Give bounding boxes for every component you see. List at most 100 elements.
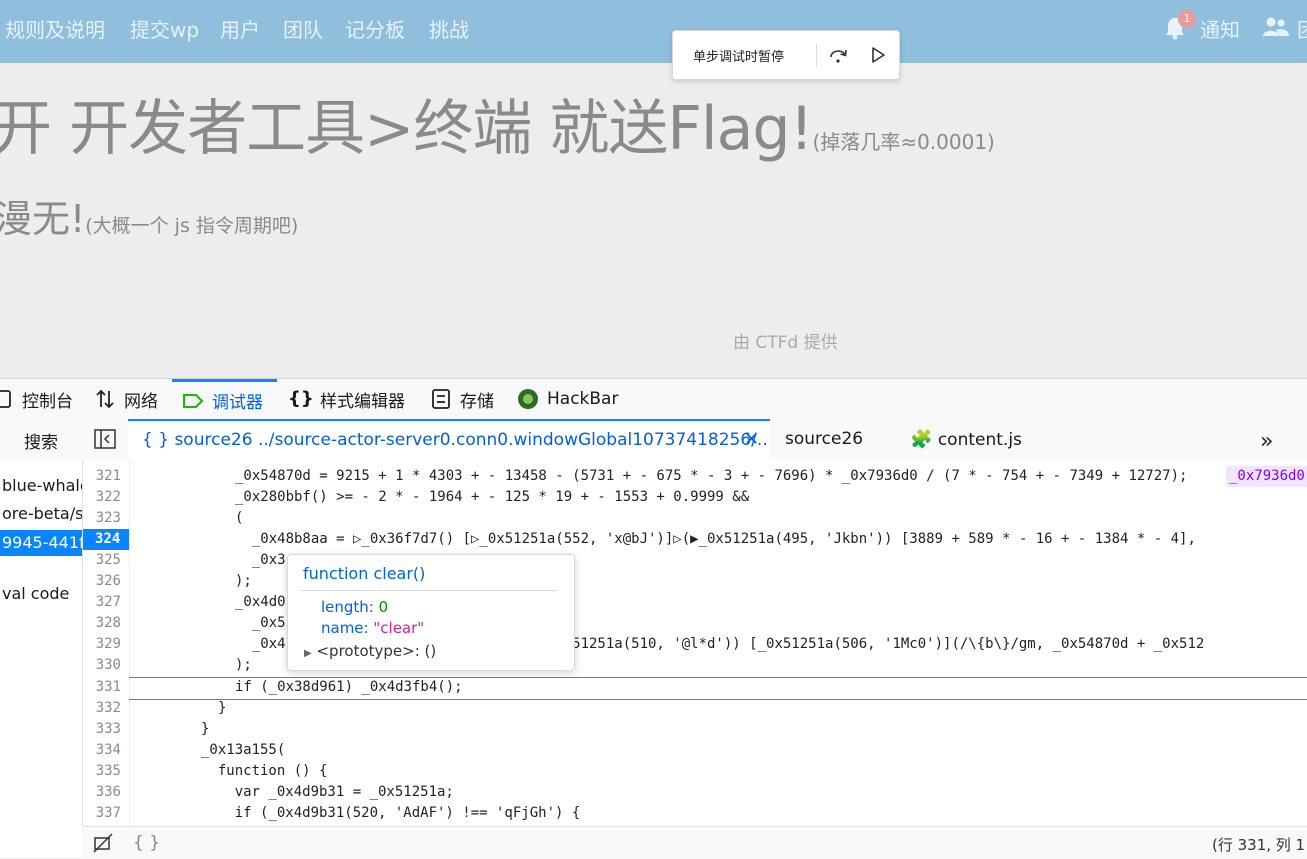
tab-hackbar-label: HackBar bbox=[547, 389, 619, 409]
pretty-print-button[interactable]: { } bbox=[133, 833, 160, 853]
line-number: 322 bbox=[95, 489, 121, 505]
page-subline: 漫无!(大概一个 js 指令周期吧) bbox=[0, 188, 298, 243]
code-text: ); bbox=[235, 657, 252, 673]
tab-console-label: 控制台 bbox=[22, 391, 73, 412]
nav-team-cut[interactable]: 团 bbox=[1297, 14, 1307, 43]
code-line: 332 } bbox=[83, 698, 1307, 719]
close-icon[interactable]: ✕ bbox=[744, 429, 759, 450]
code-line: 336 var _0x4d9b31 = _0x51251a; bbox=[83, 782, 1307, 803]
search-tab[interactable]: 搜索 bbox=[24, 428, 58, 453]
source-tab-active[interactable]: { } source26 ../source-actor-server0.con… bbox=[128, 419, 770, 461]
triangle-right-icon: ▶ bbox=[304, 648, 312, 659]
code-line: 337 if (_0x4d9b31(520, 'AdAF') !== 'qFjG… bbox=[83, 803, 1307, 824]
code-line: 333 } bbox=[83, 719, 1307, 740]
subline-note: (大概一个 js 指令周期吧) bbox=[85, 215, 299, 237]
code-text: _0x54870d = 9215 + 1 * 4303 + - 13458 - … bbox=[235, 468, 1188, 484]
code-text: if (_0x38d961) _0x4d3fb4(); bbox=[235, 679, 463, 695]
devtools-panel: 控制台 网络 调试器 {} 样式编辑器 存储 HackBar 搜索 { } so… bbox=[0, 378, 1307, 859]
property-length: length: 0 bbox=[321, 598, 389, 616]
editor-status-bar: { } (行 331, 列 1 bbox=[83, 826, 1307, 859]
nav-rules[interactable]: 规则及说明 bbox=[5, 14, 105, 43]
source-tabs-bar: 搜索 { } source26 ../source-actor-server0.… bbox=[0, 419, 1307, 461]
hackbar-icon bbox=[518, 389, 538, 409]
code-line-current: 331 if (_0x38d961) _0x4d3fb4(); bbox=[83, 677, 1307, 698]
tab-storage[interactable]: 存储 bbox=[430, 379, 494, 419]
code-line: 323 ( bbox=[83, 508, 1307, 529]
line-number: 325 bbox=[95, 552, 121, 568]
headline-note: (掉落几率≈0.0001) bbox=[812, 130, 995, 154]
line-number: 333 bbox=[95, 721, 121, 737]
line-number: 330 bbox=[95, 657, 121, 673]
code-text: _0x5 bbox=[235, 615, 286, 631]
headline-text: 开 开发者工具>终端 就送Flag! bbox=[0, 94, 814, 164]
code-line: 322 _0x280bbf() >= - 2 * - 1964 + - 125 … bbox=[83, 487, 1307, 508]
breakpoint-marker[interactable]: 324 bbox=[83, 529, 129, 550]
nav-scoreboard[interactable]: 记分板 bbox=[345, 14, 405, 43]
tab-style-editor-label: 样式编辑器 bbox=[320, 391, 405, 412]
line-number: 329 bbox=[95, 636, 121, 652]
source-tab-3[interactable]: 🧩 content.js bbox=[910, 429, 1022, 450]
code-line: 330 ); bbox=[83, 655, 1307, 676]
debugger-icon bbox=[183, 393, 204, 408]
code-text: _0x4d0 bbox=[235, 594, 286, 610]
tab-debugger-label: 调试器 bbox=[212, 393, 263, 413]
chevron-double-right-icon[interactable]: » bbox=[1260, 429, 1273, 454]
code-text: function () { bbox=[201, 763, 328, 779]
source-tab-active-label: { } source26 ../source-actor-server0.con… bbox=[142, 430, 768, 450]
code-editor[interactable]: 321 _0x54870d = 9215 + 1 * 4303 + - 1345… bbox=[83, 460, 1307, 826]
tab-network-label: 网络 bbox=[124, 391, 158, 412]
tab-console[interactable]: 控制台 bbox=[0, 379, 73, 419]
line-number: 327 bbox=[95, 594, 121, 610]
collapse-pane-icon[interactable] bbox=[94, 429, 116, 449]
code-text: } bbox=[218, 700, 227, 716]
code-line: 321 _0x54870d = 9215 + 1 * 4303 + - 1345… bbox=[83, 466, 1307, 487]
line-number: 321 bbox=[95, 468, 121, 484]
page-headline: 开 开发者工具>终端 就送Flag!(掉落几率≈0.0001) bbox=[0, 80, 995, 167]
puzzle-icon: 🧩 bbox=[910, 429, 933, 450]
devtools-toolbar: 控制台 网络 调试器 {} 样式编辑器 存储 HackBar bbox=[0, 378, 1307, 420]
divider bbox=[816, 43, 817, 67]
braces-icon: {} bbox=[288, 388, 314, 409]
value-preview-popup: function clear() length: 0 name: "clear"… bbox=[287, 554, 575, 671]
tab-storage-label: 存储 bbox=[460, 391, 494, 412]
line-number: 337 bbox=[95, 805, 121, 821]
nav-teams[interactable]: 团队 bbox=[283, 14, 323, 43]
code-text: _0x13a155( bbox=[201, 742, 286, 758]
prototype-row[interactable]: ▶ <prototype>: () bbox=[304, 642, 436, 660]
code-text: _0x280bbf() >= - 2 * - 1964 + - 125 * 19… bbox=[235, 489, 750, 505]
tab-hackbar[interactable]: HackBar bbox=[517, 379, 618, 419]
popup-title: function clear() bbox=[303, 564, 426, 583]
nav-notifications[interactable]: 通知 bbox=[1200, 14, 1240, 43]
code-line: 325 _0x3 bbox=[83, 550, 1307, 571]
disable-breakpoints-icon[interactable] bbox=[93, 833, 113, 853]
debugger-paused-overlay: 单步调试时暂停 bbox=[672, 30, 900, 80]
code-text: var _0x4d9b31 = _0x51251a; bbox=[201, 784, 454, 800]
nav-submit-wp[interactable]: 提交wp bbox=[130, 14, 199, 43]
code-line: 334 _0x13a155( bbox=[83, 740, 1307, 761]
step-over-icon[interactable] bbox=[827, 44, 849, 66]
code-line: 335 function () { bbox=[83, 761, 1307, 782]
storage-icon bbox=[432, 389, 450, 409]
line-number: 334 bbox=[95, 742, 121, 758]
nav-challenges[interactable]: 挑战 bbox=[429, 14, 469, 43]
nav-users[interactable]: 用户 bbox=[220, 14, 260, 43]
users-icon[interactable] bbox=[1262, 16, 1290, 38]
code-text: ( bbox=[235, 510, 244, 526]
property-name: name: "clear" bbox=[321, 619, 425, 637]
tab-style-editor[interactable]: {} 样式编辑器 bbox=[288, 379, 405, 419]
tree-item[interactable]: val code bbox=[0, 584, 69, 603]
tree-item[interactable]: ore-beta/sta bbox=[0, 504, 82, 523]
inline-preview: _0x7936d0: bbox=[1226, 466, 1307, 487]
tab-debugger[interactable]: 调试器 bbox=[172, 379, 277, 419]
tree-item[interactable]: blue-whale. bbox=[0, 476, 82, 495]
source-tab-2[interactable]: source26 bbox=[785, 429, 863, 449]
resume-icon[interactable] bbox=[869, 44, 887, 66]
site-navbar: 规则及说明 提交wp 用户 团队 记分板 挑战 1 通知 团 bbox=[0, 0, 1307, 63]
code-line: 328 _0x5 bbox=[83, 613, 1307, 634]
code-text: if (_0x4d9b31(520, 'AdAF') !== 'qFjGh') … bbox=[201, 805, 581, 821]
tree-item-selected[interactable]: 9945-441f- bbox=[0, 530, 82, 556]
line-number: 332 bbox=[95, 700, 121, 716]
cursor-position: (行 331, 列 1 bbox=[1212, 836, 1306, 854]
console-icon bbox=[0, 390, 11, 408]
tab-network[interactable]: 网络 bbox=[94, 379, 158, 419]
